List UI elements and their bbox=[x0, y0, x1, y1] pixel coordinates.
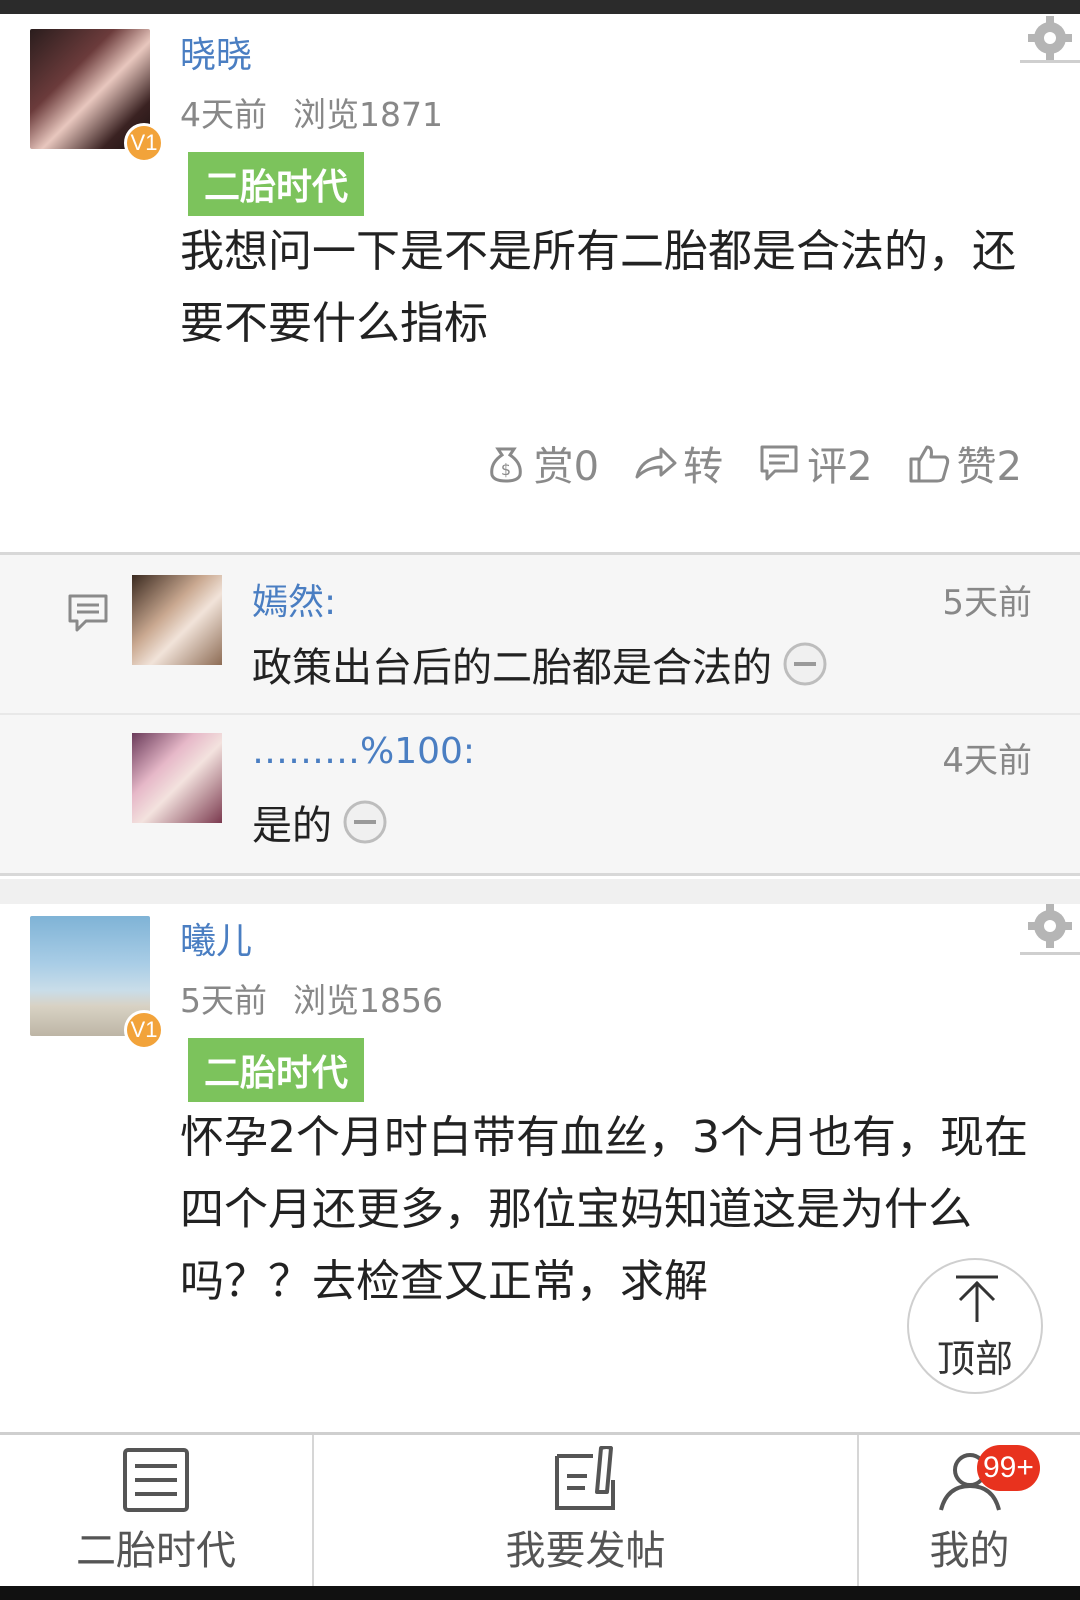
comment-text-body: 是的 bbox=[252, 803, 332, 849]
comment-time: 4天前 bbox=[942, 741, 1032, 781]
commenter-avatar[interactable] bbox=[132, 575, 222, 665]
money-bag-icon: $ bbox=[489, 447, 522, 483]
post-views: 浏览1871 bbox=[293, 95, 443, 134]
thumbs-up-icon bbox=[909, 445, 949, 483]
post-views: 浏览1856 bbox=[293, 981, 443, 1020]
topic-tag[interactable]: 二胎时代 bbox=[188, 152, 365, 216]
like-button[interactable]: 赞2 bbox=[907, 434, 1022, 492]
comment-item[interactable]: 嫣然: 5天前 政策出台后的二胎都是合法的 bbox=[0, 555, 1080, 715]
level-badge: V1 bbox=[124, 1010, 164, 1050]
commenter-name[interactable]: 嫣然: bbox=[252, 573, 336, 625]
post-content[interactable]: 我想问一下是不是所有二胎都是合法的，还要不要什么指标 bbox=[180, 216, 1050, 360]
comment-time: 5天前 bbox=[942, 583, 1032, 623]
post-actions: $ 赏0 转 评2 赞2 bbox=[484, 434, 1022, 492]
like-label: 赞2 bbox=[956, 444, 1022, 490]
edit-icon bbox=[554, 1445, 615, 1510]
reward-label: 赏0 bbox=[533, 444, 600, 490]
level-badge: V1 bbox=[124, 123, 164, 163]
share-label: 转 bbox=[683, 444, 724, 490]
nav-new-post-label: 我要发帖 bbox=[505, 1527, 666, 1574]
author-avatar[interactable]: V1 bbox=[30, 916, 164, 1050]
back-to-top-button[interactable]: 顶部 bbox=[907, 1258, 1043, 1394]
author-name[interactable]: 曦儿 bbox=[180, 912, 252, 964]
nav-forum[interactable]: 二胎时代 bbox=[0, 1435, 312, 1586]
commenter-avatar[interactable] bbox=[132, 733, 222, 823]
comment-text: 政策出台后的二胎都是合法的 bbox=[252, 635, 828, 693]
nav-mine-label: 我的 bbox=[929, 1527, 1010, 1574]
topic-tag[interactable]: 二胎时代 bbox=[188, 1038, 365, 1102]
comment-list: 嫣然: 5天前 政策出台后的二胎都是合法的 ………%100: 4天前 是的 bbox=[0, 552, 1080, 876]
minus-circle-icon[interactable] bbox=[782, 641, 828, 687]
nav-new-post[interactable]: 我要发帖 bbox=[312, 1435, 857, 1586]
share-arrow-icon bbox=[635, 447, 677, 479]
minus-circle-icon[interactable] bbox=[342, 799, 388, 845]
comment-button[interactable]: 评2 bbox=[757, 434, 873, 492]
nav-mine[interactable]: 我的 99+ bbox=[857, 1435, 1080, 1586]
post-card-1[interactable]: V1 晓晓 4天前 浏览1871 二胎时代 我想问一下是不是所有二胎都是合法的，还… bbox=[0, 14, 1080, 552]
comment-label: 评2 bbox=[807, 444, 873, 490]
author-name[interactable]: 晓晓 bbox=[180, 26, 252, 78]
nav-forum-label: 二胎时代 bbox=[76, 1527, 236, 1574]
notification-badge: 99+ bbox=[977, 1445, 1040, 1491]
settings-gear-icon[interactable] bbox=[1020, 16, 1080, 76]
comment-text: 是的 bbox=[252, 793, 388, 851]
author-avatar[interactable]: V1 bbox=[30, 29, 164, 163]
arrow-up-icon bbox=[956, 1275, 998, 1322]
share-button[interactable]: 转 bbox=[633, 434, 723, 492]
post-meta: 5天前 浏览1856 bbox=[180, 974, 443, 1022]
bottom-nav: 二胎时代 我要发帖 我的 99+ bbox=[0, 1432, 1080, 1586]
section-gap bbox=[0, 879, 1080, 904]
reward-button[interactable]: $ 赏0 bbox=[484, 434, 599, 492]
settings-gear-icon[interactable] bbox=[1020, 904, 1080, 960]
system-bar-strip bbox=[0, 1586, 1080, 1600]
back-to-top-label: 顶部 bbox=[936, 1337, 1013, 1381]
comment-item[interactable]: ………%100: 4天前 是的 bbox=[0, 713, 1080, 871]
list-icon bbox=[123, 1447, 189, 1512]
post-time: 5天前 bbox=[180, 981, 267, 1020]
comment-text-body: 政策出台后的二胎都是合法的 bbox=[252, 645, 772, 691]
post-meta: 4天前 浏览1871 bbox=[180, 88, 443, 136]
commenter-name[interactable]: ………%100: bbox=[252, 731, 475, 772]
status-bar-strip bbox=[0, 0, 1080, 14]
comment-icon bbox=[760, 445, 798, 481]
post-time: 4天前 bbox=[180, 95, 267, 134]
svg-text:$: $ bbox=[501, 460, 511, 479]
